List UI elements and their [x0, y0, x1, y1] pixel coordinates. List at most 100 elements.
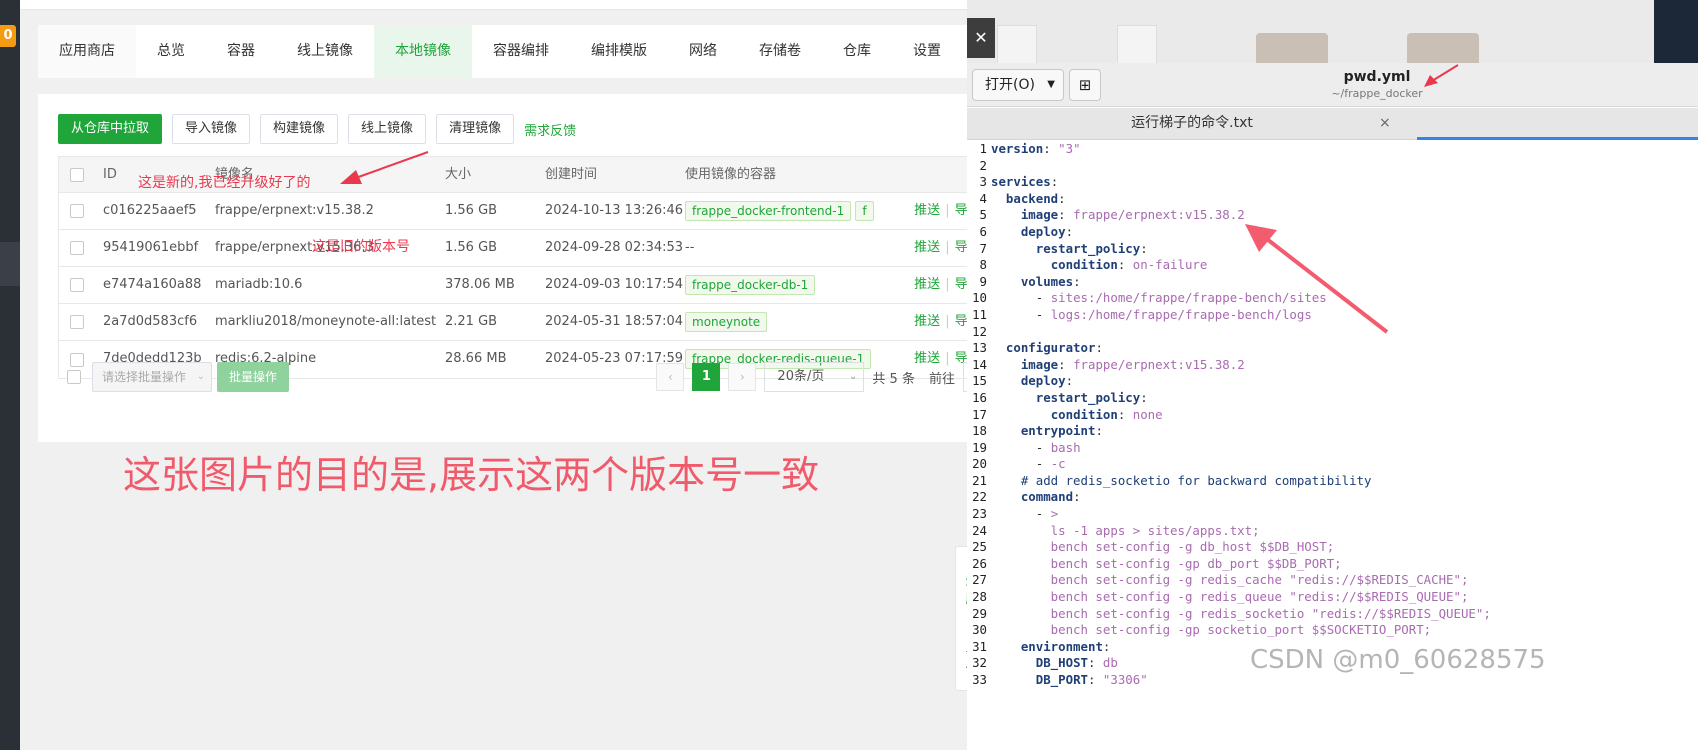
line-number: 26: [972, 555, 987, 571]
code-line: 3 services:: [967, 174, 1698, 191]
line-number: 14: [972, 356, 987, 372]
code-line: 24 ls -1 apps > sites/apps.txt;: [967, 523, 1698, 540]
tab-10[interactable]: 设置: [892, 25, 962, 78]
push-link[interactable]: 推送: [914, 277, 940, 292]
table-body: c016225aaef5 frappe/erpnext:v15.38.2 1.56 …: [59, 193, 1029, 378]
line-text: bench set-config -gp socketio_port $$SOC…: [991, 622, 1432, 638]
main-tabs: 应用商店 总览 容器 线上镜像 本地镜像 容器编排 编排模版 网络 存储卷 仓库 设置: [38, 25, 1050, 78]
feedback-link[interactable]: 需求反馈: [524, 120, 576, 139]
tab-close-icon[interactable]: ×: [1379, 108, 1391, 139]
code-line: 18 entrypoint:: [967, 423, 1698, 440]
line-text: command:: [1020, 489, 1081, 505]
batch-operation-select[interactable]: 请选择批量操作 ⌄: [92, 362, 212, 392]
image-id: c016225aaef5: [103, 203, 197, 218]
tab-2[interactable]: 容器: [206, 25, 276, 78]
line-number: 23: [972, 506, 987, 522]
line-number: 21: [972, 472, 987, 488]
current-page[interactable]: 1: [692, 363, 721, 391]
code-line: 20 - -c: [967, 456, 1698, 473]
line-number: 16: [972, 389, 987, 405]
sidebar-selected-item[interactable]: [0, 242, 20, 286]
tab-run-commands[interactable]: 运行梯子的命令.txt: [967, 108, 1417, 139]
row-checkbox[interactable]: [70, 278, 84, 292]
image-name: markliu2018/moneynote-all:latest: [215, 314, 437, 329]
tab-5[interactable]: 容器编排: [472, 25, 570, 78]
tab-3[interactable]: 线上镜像: [276, 25, 374, 78]
page-size-value: 20条/页: [777, 369, 825, 384]
prev-page-button[interactable]: ‹: [656, 363, 685, 391]
folder-icon: [1407, 33, 1479, 63]
row-checkbox[interactable]: [70, 204, 84, 218]
image-containers: --: [685, 230, 885, 266]
container-tag[interactable]: frappe_docker-frontend-1: [685, 200, 852, 221]
line-text: services:: [991, 174, 1059, 190]
clean-image-button[interactable]: 清理镜像: [436, 114, 515, 144]
annotation-purpose: 这张图片的目的是,展示这两个版本号一致: [123, 453, 820, 497]
batch-operation-button[interactable]: 批量操作: [217, 362, 290, 392]
close-icon[interactable]: ✕: [967, 18, 995, 58]
desktop-corner: [1654, 0, 1698, 63]
table-row: e7474a160a88 mariadb:10.6 378.06 MB 2024-09…: [59, 267, 1029, 304]
open-label: 打开(O): [985, 77, 1035, 93]
tab-1[interactable]: 总览: [136, 25, 206, 78]
row-checkbox[interactable]: [70, 241, 84, 255]
image-containers: frappe_docker-frontend-1 f: [685, 193, 885, 229]
header-created: 创建时间: [545, 167, 598, 182]
line-text: bench set-config -g redis_cache "redis:/…: [991, 572, 1469, 588]
code-line: 28 bench set-config -g redis_queue "redi…: [967, 589, 1698, 606]
row-checkbox[interactable]: [70, 315, 84, 329]
line-text: entrypoint:: [1020, 423, 1103, 439]
page-size-select[interactable]: 20条/页 ⌄: [764, 362, 865, 392]
image-id: 2a7d0d583cf6: [103, 314, 198, 329]
line-text: bench set-config -g db_host $$DB_HOST;: [991, 539, 1335, 555]
line-text: - -c: [1035, 456, 1066, 472]
image-containers: frappe_docker-db-1: [685, 267, 885, 303]
tab-4[interactable]: 本地镜像: [374, 25, 472, 78]
push-link[interactable]: 推送: [914, 203, 940, 218]
line-text: environment:: [1020, 638, 1111, 654]
line-text: bench set-config -g redis_queue "redis:/…: [991, 589, 1469, 605]
line-text: backend:: [1005, 190, 1066, 206]
select-all-checkbox[interactable]: [70, 167, 84, 182]
line-number: 32: [972, 655, 987, 671]
push-link[interactable]: 推送: [914, 314, 940, 329]
line-number: 29: [972, 605, 987, 621]
container-tag[interactable]: frappe_docker-db-1: [685, 274, 816, 295]
next-page-button[interactable]: ›: [728, 363, 757, 391]
tab-6[interactable]: 编排模版: [570, 25, 668, 78]
push-link[interactable]: 推送: [914, 240, 940, 255]
pull-from-registry-button[interactable]: 从仓库中拉取: [58, 114, 163, 144]
container-tag[interactable]: moneynote: [685, 311, 768, 332]
tab-7[interactable]: 网络: [668, 25, 738, 78]
image-name: mariadb:10.6: [215, 277, 303, 292]
line-number: 31: [972, 638, 987, 654]
line-number: 9: [979, 273, 987, 289]
line-number: 28: [972, 589, 987, 605]
tab-8[interactable]: 存储卷: [738, 25, 822, 78]
line-number: 15: [972, 373, 987, 389]
code-line: 19 - bash: [967, 440, 1698, 457]
build-image-button[interactable]: 构建镜像: [260, 114, 339, 144]
line-number: 6: [979, 223, 987, 239]
images-panel: 从仓库中拉取 导入镜像 构建镜像 线上镜像 清理镜像 需求反馈 ⚙ ID 镜像名…: [38, 94, 1050, 442]
code-line: 14 image: frappe/erpnext:v15.38.2: [967, 357, 1698, 374]
chevron-down-icon: ⌄: [196, 371, 205, 382]
container-tag[interactable]: f: [855, 200, 874, 221]
text-editor-window: ✕ 打开(O) ▼ ⊞ pwd.yml ~/frappe_docker 运行梯子的…: [967, 0, 1698, 750]
line-number: 13: [972, 340, 987, 356]
line-text: - >: [1035, 506, 1059, 522]
line-text: configurator:: [1005, 340, 1103, 356]
batch-select-checkbox[interactable]: [67, 370, 81, 384]
tab-0[interactable]: 应用商店: [38, 25, 136, 78]
line-number: 25: [972, 539, 987, 555]
import-image-button[interactable]: 导入镜像: [172, 114, 251, 144]
tab-9[interactable]: 仓库: [822, 25, 892, 78]
header-size: 大小: [445, 167, 472, 182]
open-button[interactable]: 打开(O) ▼: [972, 69, 1064, 101]
image-id: 95419061ebbf: [103, 240, 199, 255]
line-number: 18: [972, 423, 987, 439]
new-document-icon[interactable]: ⊞: [1069, 69, 1101, 101]
online-image-button[interactable]: 线上镜像: [348, 114, 427, 144]
docker-panel-app: 应用商店 总览 容器 线上镜像 本地镜像 容器编排 编排模版 网络 存储卷 仓库 设置 从仓库中拉取…: [20, 0, 1050, 750]
code-line: 4 backend:: [967, 191, 1698, 208]
